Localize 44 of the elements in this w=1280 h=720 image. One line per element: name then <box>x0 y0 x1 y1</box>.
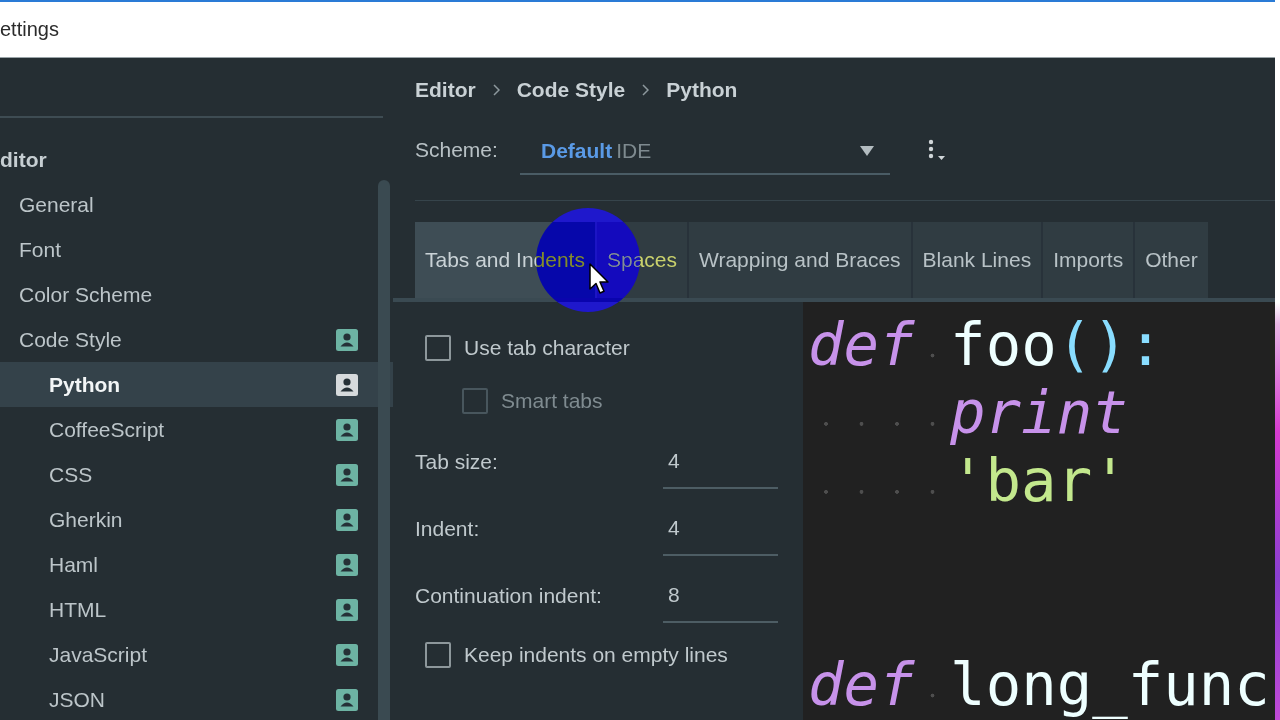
checkbox-label: Use tab character <box>464 336 630 360</box>
field-label: Tab size: <box>415 449 499 474</box>
code-line: print <box>808 379 1275 447</box>
window-title: ettings <box>0 18 59 41</box>
tab[interactable]: Other <box>1135 222 1208 298</box>
tree-item[interactable]: Color Scheme <box>0 272 393 317</box>
code-line: 'bar' <box>808 447 1275 515</box>
tree-item[interactable]: HTML <box>0 587 393 632</box>
tab[interactable]: Wrapping and Braces <box>689 222 911 298</box>
checkbox-label: Smart tabs <box>501 389 603 413</box>
tree-item[interactable]: Code Style <box>0 317 393 362</box>
tree-item[interactable]: Python <box>0 362 393 407</box>
checkbox[interactable] <box>425 642 451 668</box>
chevron-icon <box>642 84 650 96</box>
mouse-pointer-icon <box>589 263 609 294</box>
code-line: def foo(): <box>808 311 1165 379</box>
caret-icon <box>860 146 874 156</box>
scrollbar-thumb[interactable] <box>378 180 390 720</box>
tree-item[interactable]: JSON <box>0 677 393 720</box>
breadcrumb-item[interactable]: Code Style <box>516 78 626 102</box>
tree-item[interactable]: CoffeeScript <box>0 407 393 452</box>
field-label: Continuation indent: <box>415 583 603 608</box>
tab[interactable]: Blank Lines <box>912 222 1042 298</box>
tree-item[interactable]: CSS <box>0 452 393 497</box>
tree-item[interactable]: Gherkin <box>0 497 393 542</box>
tree-item[interactable]: JavaScript <box>0 632 393 677</box>
tree-item[interactable]: General <box>0 182 393 227</box>
number-field[interactable]: 8 <box>663 578 778 623</box>
checkbox[interactable] <box>425 335 451 361</box>
tab[interactable]: Imports <box>1043 222 1134 298</box>
tree-item[interactable]: ditor <box>0 137 393 182</box>
tree-item[interactable]: Haml <box>0 542 393 587</box>
number-field[interactable]: 4 <box>663 511 778 556</box>
breadcrumb-item[interactable]: Editor <box>415 78 476 102</box>
kebab-menu-icon[interactable] <box>926 139 946 161</box>
field-label: Indent: <box>415 516 481 541</box>
chevron-icon <box>492 84 500 96</box>
breadcrumb-item[interactable]: Python <box>666 78 738 102</box>
scheme-label: Scheme: <box>415 138 499 162</box>
checkbox-label: Keep indents on empty lines <box>464 643 728 667</box>
scheme-dropdown[interactable]: Default IDE <box>520 129 890 175</box>
code-line: def long_func <box>808 651 1271 719</box>
tree-item[interactable]: Font <box>0 227 393 272</box>
number-field[interactable]: 4 <box>663 444 778 489</box>
